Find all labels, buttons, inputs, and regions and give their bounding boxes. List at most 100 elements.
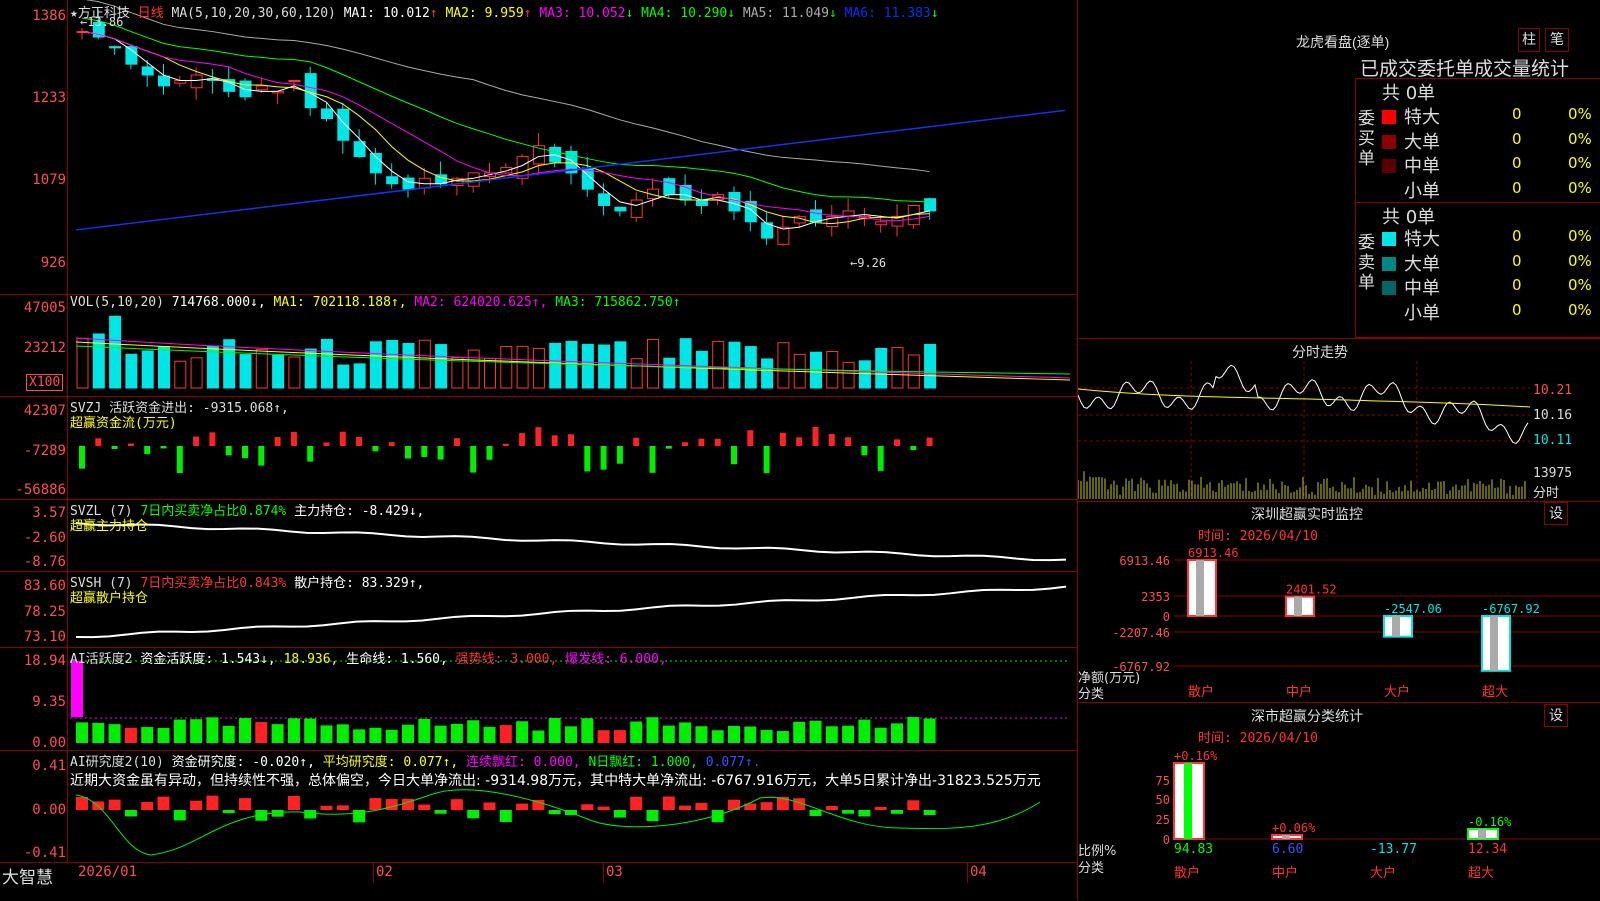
volume-bar <box>663 357 676 389</box>
ai-bar <box>646 717 659 743</box>
ma-line <box>81 17 930 203</box>
svzj-bar <box>731 446 737 465</box>
svzj-bar <box>95 438 102 446</box>
volume-bar <box>761 358 774 389</box>
ai-bar <box>728 725 740 743</box>
ai-research-pane[interactable]: AI研究度2(10) 资金研究度: -0.020↑, 平均研究度: 0.077↑… <box>0 750 1077 862</box>
category-bar-ratio: 12.34 <box>1468 842 1507 857</box>
buy-row: 中单 0 0% <box>1382 152 1597 178</box>
kline-chart[interactable] <box>0 0 1077 294</box>
sell-count: 0 <box>1512 251 1522 270</box>
volume-bar <box>435 344 448 389</box>
sz-category-label: 散户 <box>1188 684 1214 700</box>
svsh-pane[interactable]: SVSH (7) 7日内买卖净占比0.843% 散户持仓: 83.329↑, 超… <box>0 571 1077 648</box>
ai-title-part-3: 生命线: 1.560, <box>346 652 456 667</box>
ai2-bar <box>613 810 626 818</box>
svzj-bar <box>584 446 591 472</box>
svzj-bar <box>127 443 134 446</box>
vol-pane[interactable]: VOL(5,10,20) 714768.000↓, MA1: 702118.18… <box>0 294 1077 397</box>
candle-body <box>337 108 350 141</box>
category-category-label: 超大 <box>1468 866 1494 881</box>
ai-bar <box>548 718 561 743</box>
svzj-bar <box>339 431 346 446</box>
svzj-tick-2: -7289 <box>23 443 66 459</box>
kline-pane[interactable]: ★方正科技 日线 MA(5,10,20,30,60,120) MA1: 10.0… <box>0 0 1077 295</box>
ai-bar <box>141 727 154 743</box>
buy-total: 共 0单 <box>1382 83 1436 104</box>
category-bar-shade <box>1282 835 1290 839</box>
ai-bar <box>239 718 251 743</box>
intraday-panel[interactable]: 分时走势 10.21 10.16 10.11 13975 分时 <box>1078 339 1600 502</box>
svzj-bar <box>372 446 379 452</box>
ai-bar <box>630 721 643 743</box>
ai-bar <box>434 725 447 743</box>
ma6-direction: ↓ <box>930 6 939 21</box>
category-bar-ratio: 94.83 <box>1174 842 1213 857</box>
svzj-bar <box>79 446 85 469</box>
kline-header: ★方正科技 日线 MA(5,10,20,30,60,120) MA1: 10.0… <box>70 2 939 21</box>
category-bar-value: -0.16% <box>1468 815 1512 829</box>
bar-view-button[interactable]: 柱 <box>1518 28 1540 52</box>
category-bar-value: +0.06% <box>1272 821 1316 835</box>
ai2-title-part-4: N日飘红: 1.000, <box>588 755 706 770</box>
buy-percent: 0% <box>1568 154 1592 172</box>
ai-bar <box>271 724 284 743</box>
category-bar-chart[interactable]: 75 50 25 0 +0.16% 94.83 散户 +0.06% 6.60 中户 -13.77 大户… <box>1078 703 1600 900</box>
ai2-bar <box>646 810 659 822</box>
ma1-direction: ↑ <box>429 6 438 21</box>
volume-bar <box>369 341 382 389</box>
svzl-pane[interactable]: SVZL (7) 7日内买卖净占比0.874% 主力持仓: -8.429↓, 超… <box>0 499 1077 572</box>
ai-spike <box>71 661 83 717</box>
buy-row: 特大 0 0% <box>1382 103 1597 129</box>
sz-monitor-panel: 深圳超赢实时监控 设 时间: 2026/04/10 6913.46 2353 0 -2… <box>1078 502 1600 703</box>
volume-bar <box>337 364 350 389</box>
volume-bar <box>516 345 529 389</box>
candle-body <box>875 221 888 226</box>
ai2-bar <box>206 795 219 810</box>
period-label[interactable]: 日线 <box>138 6 164 21</box>
ai-bar <box>483 726 496 743</box>
sz-tick-label: -2207.46 <box>1112 626 1170 640</box>
ma4-readout: MA4: 10.290 <box>633 6 728 21</box>
ma-line <box>81 31 930 230</box>
ai2-bar <box>467 810 480 819</box>
candle-body <box>924 198 937 212</box>
candle-body <box>614 206 627 212</box>
ai-bar <box>304 718 317 743</box>
ai2-bar <box>418 804 431 810</box>
pen-view-button[interactable]: 笔 <box>1545 28 1569 52</box>
volume-bar <box>141 350 154 389</box>
buy-count: 0 <box>1512 105 1522 123</box>
vol-title-part-2: MA1: 702118.188↑, <box>273 295 415 310</box>
ai2-bar <box>239 798 251 810</box>
candle-body <box>190 74 203 89</box>
stats-tabs[interactable]: 已成交委托单成交量统计 <box>1360 54 1569 81</box>
svzj-pane[interactable]: SVZJ 活跃资金进出: -9315.068↑, 超赢资金流(万元) <box>0 396 1077 500</box>
ai2-bar <box>304 810 317 819</box>
vol-tick-1: 47005 <box>23 300 66 316</box>
ai-title-part-0: AI活跃度2 <box>70 652 141 667</box>
buy-swatch <box>1382 110 1396 124</box>
sz-bar-chart[interactable]: 6913.46 2353 0 -2207.46 -6767.92 6913.46 散户 240… <box>1078 502 1600 702</box>
ai-bar <box>108 724 121 743</box>
sell-swatch <box>1382 306 1396 320</box>
buy-side-label: 委买单 <box>1358 109 1375 169</box>
buy-name: 小单 <box>1404 180 1440 202</box>
sz-tick-label: 6913.46 <box>1119 554 1170 568</box>
ai2-bar <box>662 796 675 810</box>
ai2-bar <box>809 810 822 817</box>
svzl-line <box>75 522 1067 562</box>
ai-active-pane[interactable]: AI活跃度2 资金活跃度: 1.543↓, 18.936, 生命线: 1.560… <box>0 647 1077 751</box>
intraday-chart[interactable] <box>1078 339 1600 501</box>
svzj-bar <box>519 433 526 446</box>
ai2-bar <box>369 798 382 810</box>
svsh-subtitle: 超赢散户持仓 <box>70 591 149 606</box>
sell-row: 特大 0 0% <box>1382 225 1597 251</box>
candle-body <box>810 209 822 223</box>
svzj-bar <box>225 446 232 456</box>
svzj-bar <box>437 446 444 460</box>
ai2-bar <box>695 803 708 810</box>
volume-bar <box>255 348 268 389</box>
sz-xlabel: 分类 <box>1078 687 1105 702</box>
ai-bar <box>711 730 724 743</box>
